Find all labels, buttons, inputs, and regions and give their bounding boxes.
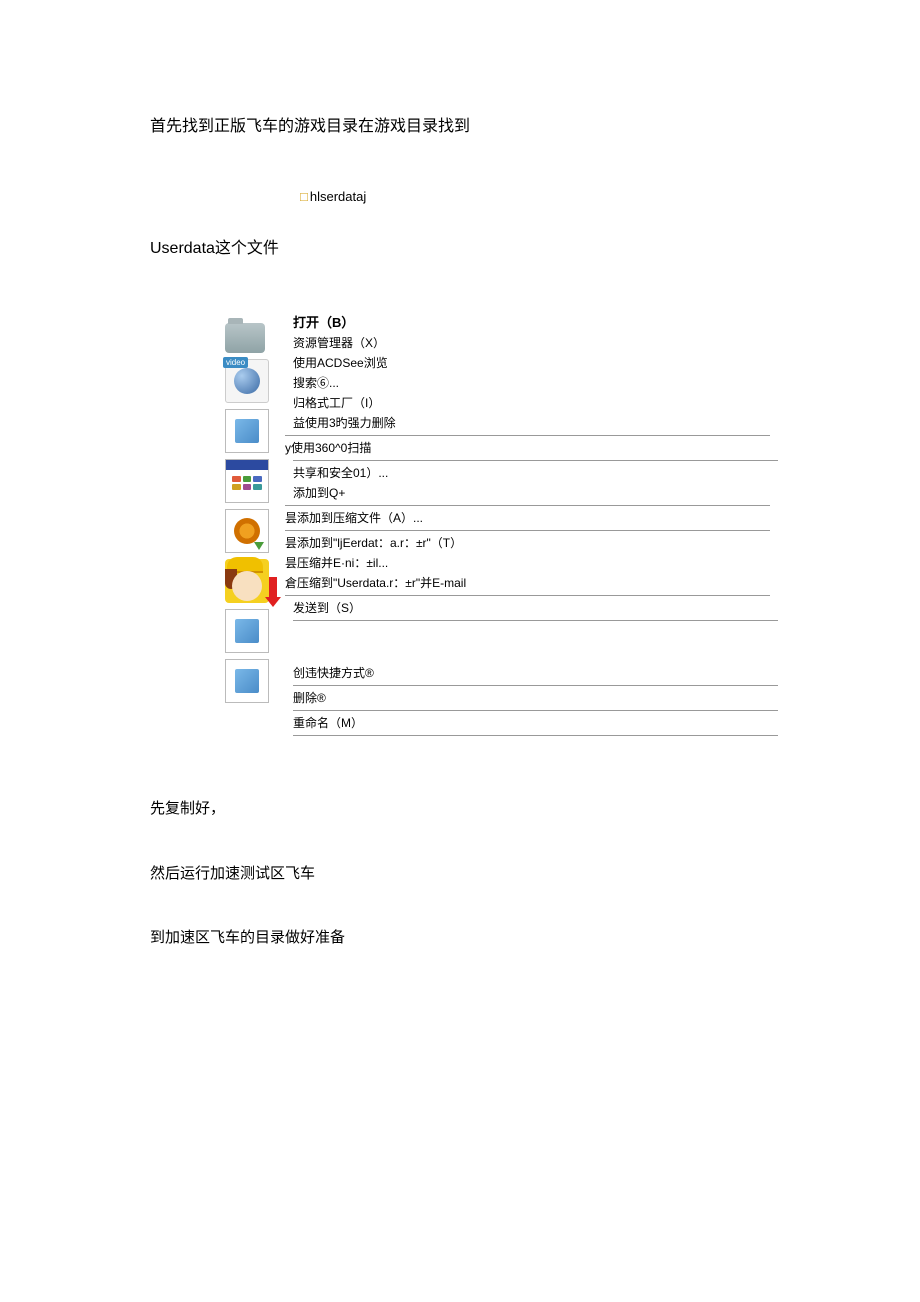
paragraph-2: 先复制好， xyxy=(150,798,770,821)
menu-rename[interactable]: 重命名（M） xyxy=(285,713,770,733)
menu-explorer[interactable]: 资源管理器（X） xyxy=(285,333,770,353)
icon-column: video xyxy=(225,313,275,738)
userdata-filename: Userdata xyxy=(150,240,215,257)
paragraph-3: 然后运行加速测试区飞车 xyxy=(150,863,770,886)
menu-360-scan[interactable]: y使用360^0扫描 xyxy=(285,438,770,458)
menu-separator xyxy=(293,685,778,686)
context-menu: 打开（B） 资源管理器（X） 使用ACDSee浏览 搜索⑥... 归格式工厂（I… xyxy=(275,313,770,738)
userdata-line: Userdata这个文件 xyxy=(150,234,770,258)
menu-separator xyxy=(285,595,770,596)
folder-icon xyxy=(225,323,275,353)
menu-add-archive[interactable]: 昙添加到压缩文件（A）... xyxy=(285,508,770,528)
folder-label-line: □hlserdataj xyxy=(300,189,770,204)
page-file-icon-2 xyxy=(225,609,269,653)
menu-compress-email[interactable]: 昙压缩并E·ni：±il... xyxy=(285,553,770,573)
menu-share-security[interactable]: 共享和安全01）... xyxy=(285,463,770,483)
menu-separator xyxy=(285,435,770,436)
menu-separator xyxy=(293,735,778,736)
menu-send-to[interactable]: 发送到（S） xyxy=(285,598,770,618)
menu-separator xyxy=(293,460,778,461)
avatar-icon xyxy=(225,559,269,603)
checkbox-icon: □ xyxy=(300,189,308,204)
page-file-icon-3 xyxy=(225,659,269,703)
menu-add-qplus[interactable]: 添加到Q+ xyxy=(285,483,770,503)
settings-file-icon xyxy=(225,509,269,553)
menu-search[interactable]: 搜索⑥... xyxy=(285,373,770,393)
menu-separator xyxy=(293,620,778,621)
menu-create-shortcut[interactable]: 创违快捷方式® xyxy=(285,663,770,683)
video-tag-label: video xyxy=(223,357,248,368)
menu-separator xyxy=(285,505,770,506)
menu-acdsee[interactable]: 使用ACDSee浏览 xyxy=(285,353,770,373)
menu-360-delete[interactable]: 益使用3旳强力删除 xyxy=(285,413,770,433)
menu-delete[interactable]: 删除® xyxy=(285,688,770,708)
menu-separator xyxy=(293,710,778,711)
menu-separator xyxy=(285,530,770,531)
paragraph-4: 到加速区飞车的目录做好准备 xyxy=(150,927,770,950)
paragraph-1: 首先找到正版飞车的游戏目录在游戏目录找到 xyxy=(150,115,770,139)
grid-file-icon xyxy=(225,459,269,503)
userdata-suffix: 这个文件 xyxy=(215,240,279,257)
red-arrow-icon xyxy=(269,577,277,599)
menu-open[interactable]: 打开（B） xyxy=(285,313,770,333)
menu-add-archive-named[interactable]: 昙添加到"ljEerdat：a.r：±r"（T） xyxy=(285,533,770,553)
page-file-icon xyxy=(225,409,269,453)
video-file-icon: video xyxy=(225,359,269,403)
menu-compress-userdata-email[interactable]: 倉压缩到"Userdata.r：±r"并E-mail xyxy=(285,573,770,593)
context-menu-screenshot: video 打开（B） 资源管理器（X） xyxy=(225,313,770,738)
menu-format-factory[interactable]: 归格式工厂（I） xyxy=(285,393,770,413)
folder-label-text: hlserdataj xyxy=(310,189,366,204)
